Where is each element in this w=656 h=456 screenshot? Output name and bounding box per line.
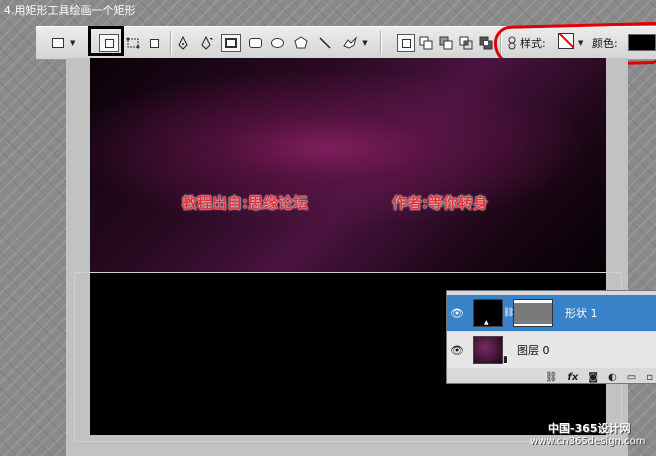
watermark-site-name: 中国-365设计网 <box>548 422 631 435</box>
folder-icon[interactable]: ▭ <box>627 372 636 383</box>
polygon-icon <box>294 36 308 49</box>
fx-icon[interactable]: fx <box>568 372 579 383</box>
chevron-down-icon: ▼ <box>362 39 368 47</box>
custom-shape-button[interactable]: ▼ <box>340 35 370 51</box>
paths-button[interactable] <box>124 35 142 51</box>
add-shape-area-button[interactable] <box>418 35 434 51</box>
layers-panel: 👁 ⛓ 形状 1 👁 图层 0 ⛓ fx ◙ ◐ ▭ ▫ <box>446 290 656 384</box>
shape-thumbnail <box>473 299 503 327</box>
layers-footer: ⛓ fx ◙ ◐ ▭ ▫ <box>447 369 656 385</box>
custom-shape-icon <box>343 36 358 49</box>
tool-preset-picker[interactable]: ▼ <box>52 35 75 51</box>
chevron-down-icon: ▼ <box>70 39 76 47</box>
link-icon[interactable]: ⛓ <box>545 372 558 383</box>
paths-icon <box>126 37 140 49</box>
ellipse-button[interactable] <box>268 35 286 51</box>
layer-name: 形状 1 <box>565 307 598 320</box>
eye-icon[interactable]: 👁 <box>447 307 467 320</box>
ellipse-icon <box>270 38 284 48</box>
new-shape-icon <box>401 38 411 48</box>
new-shape-area-button[interactable] <box>397 34 415 52</box>
canvas-text-source: 教程出自:思缘论坛 <box>182 194 308 212</box>
rectangle-icon <box>225 38 237 48</box>
new-layer-icon[interactable]: ▫ <box>646 372 653 383</box>
polygon-button[interactable] <box>292 35 310 51</box>
freeform-pen-icon <box>201 36 213 50</box>
add-area-icon <box>419 36 433 50</box>
subtract-shape-area-button[interactable] <box>438 35 454 51</box>
canvas[interactable]: 教程出自:思缘论坛 作者:等你转身 <box>90 58 606 272</box>
layer-thumbnail <box>473 336 509 365</box>
highlight-box <box>88 26 124 56</box>
link-icon: ⛓ <box>503 308 515 318</box>
line-button[interactable] <box>316 35 334 51</box>
step-title: 4.用矩形工具绘画一个矩形 <box>4 4 136 17</box>
rectangle-tool-icon <box>52 38 64 48</box>
intersect-area-icon <box>459 36 473 50</box>
layer-row[interactable]: 👁 图层 0 <box>447 332 656 368</box>
watermark-url: www.cn365design.com <box>530 436 646 447</box>
canvas-text-author: 作者:等你转身 <box>392 194 488 212</box>
exclude-area-icon <box>479 36 493 50</box>
layer-name: 图层 0 <box>517 344 550 357</box>
pen-tool-button[interactable] <box>176 35 190 51</box>
freeform-pen-button[interactable] <box>198 35 214 51</box>
pen-icon <box>178 36 188 50</box>
rounded-rectangle-icon <box>248 38 262 48</box>
rectangle-shape-button[interactable] <box>221 34 241 52</box>
toolbar-divider <box>170 31 171 55</box>
exclude-shape-area-button[interactable] <box>478 35 494 51</box>
line-icon <box>319 37 331 49</box>
fill-pixels-button[interactable] <box>146 35 162 51</box>
subtract-area-icon <box>439 36 453 50</box>
mask-icon[interactable]: ◙ <box>588 372 598 383</box>
adjustment-icon[interactable]: ◐ <box>608 372 617 383</box>
toolbar-divider <box>380 31 381 55</box>
intersect-shape-area-button[interactable] <box>458 35 474 51</box>
eye-icon[interactable]: 👁 <box>447 344 467 357</box>
fill-pixels-icon <box>149 38 159 48</box>
vector-mask-thumbnail <box>513 299 553 327</box>
rounded-rectangle-button[interactable] <box>246 35 264 51</box>
layer-row[interactable]: 👁 ⛓ 形状 1 <box>447 295 656 331</box>
